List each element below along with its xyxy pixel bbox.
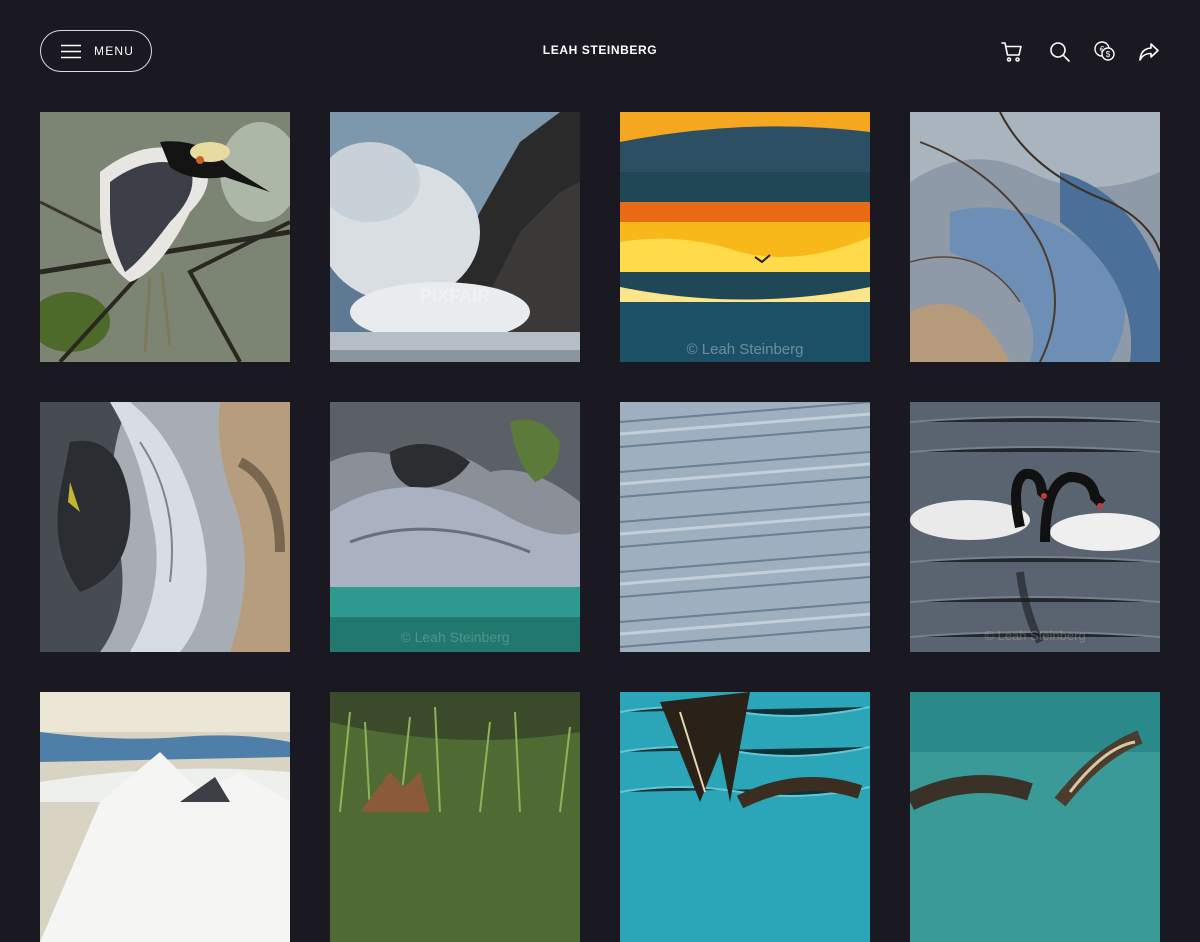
photo-fox[interactable] [330,692,580,942]
photo-sunset[interactable]: © Leah Steinberg [620,112,870,362]
photo-pelican-flight[interactable] [620,692,870,942]
hamburger-icon [61,44,81,59]
photo-mountains[interactable] [40,692,290,942]
site-header: MENU LEAH STEINBERG € $ [0,0,1200,100]
cart-icon[interactable] [1000,40,1024,64]
photo-swans[interactable]: © Leah Steinberg [910,402,1160,652]
photo-glacier[interactable] [620,402,870,652]
photo-heron[interactable] [40,112,290,362]
watermark: © Leah Steinberg [984,628,1085,643]
photo-marble-arch[interactable] [40,402,290,652]
photo-wave[interactable]: PIXFAIR [330,112,580,362]
photo-pelican-wings[interactable] [910,692,1160,942]
photo-marble-caves[interactable]: © Leah Steinberg [330,402,580,652]
search-icon[interactable] [1048,40,1072,64]
watermark: PIXFAIR [420,286,490,306]
watermark: © Leah Steinberg [400,629,509,645]
svg-text:$: $ [1106,50,1111,59]
share-icon[interactable] [1137,40,1161,64]
photo-marble-texture[interactable] [910,112,1160,362]
site-title[interactable]: LEAH STEINBERG [400,42,800,58]
watermark: © Leah Steinberg [687,341,804,358]
currency-icon[interactable]: € $ [1093,40,1117,64]
menu-label: MENU [94,44,135,58]
menu-button[interactable]: MENU [40,30,152,72]
